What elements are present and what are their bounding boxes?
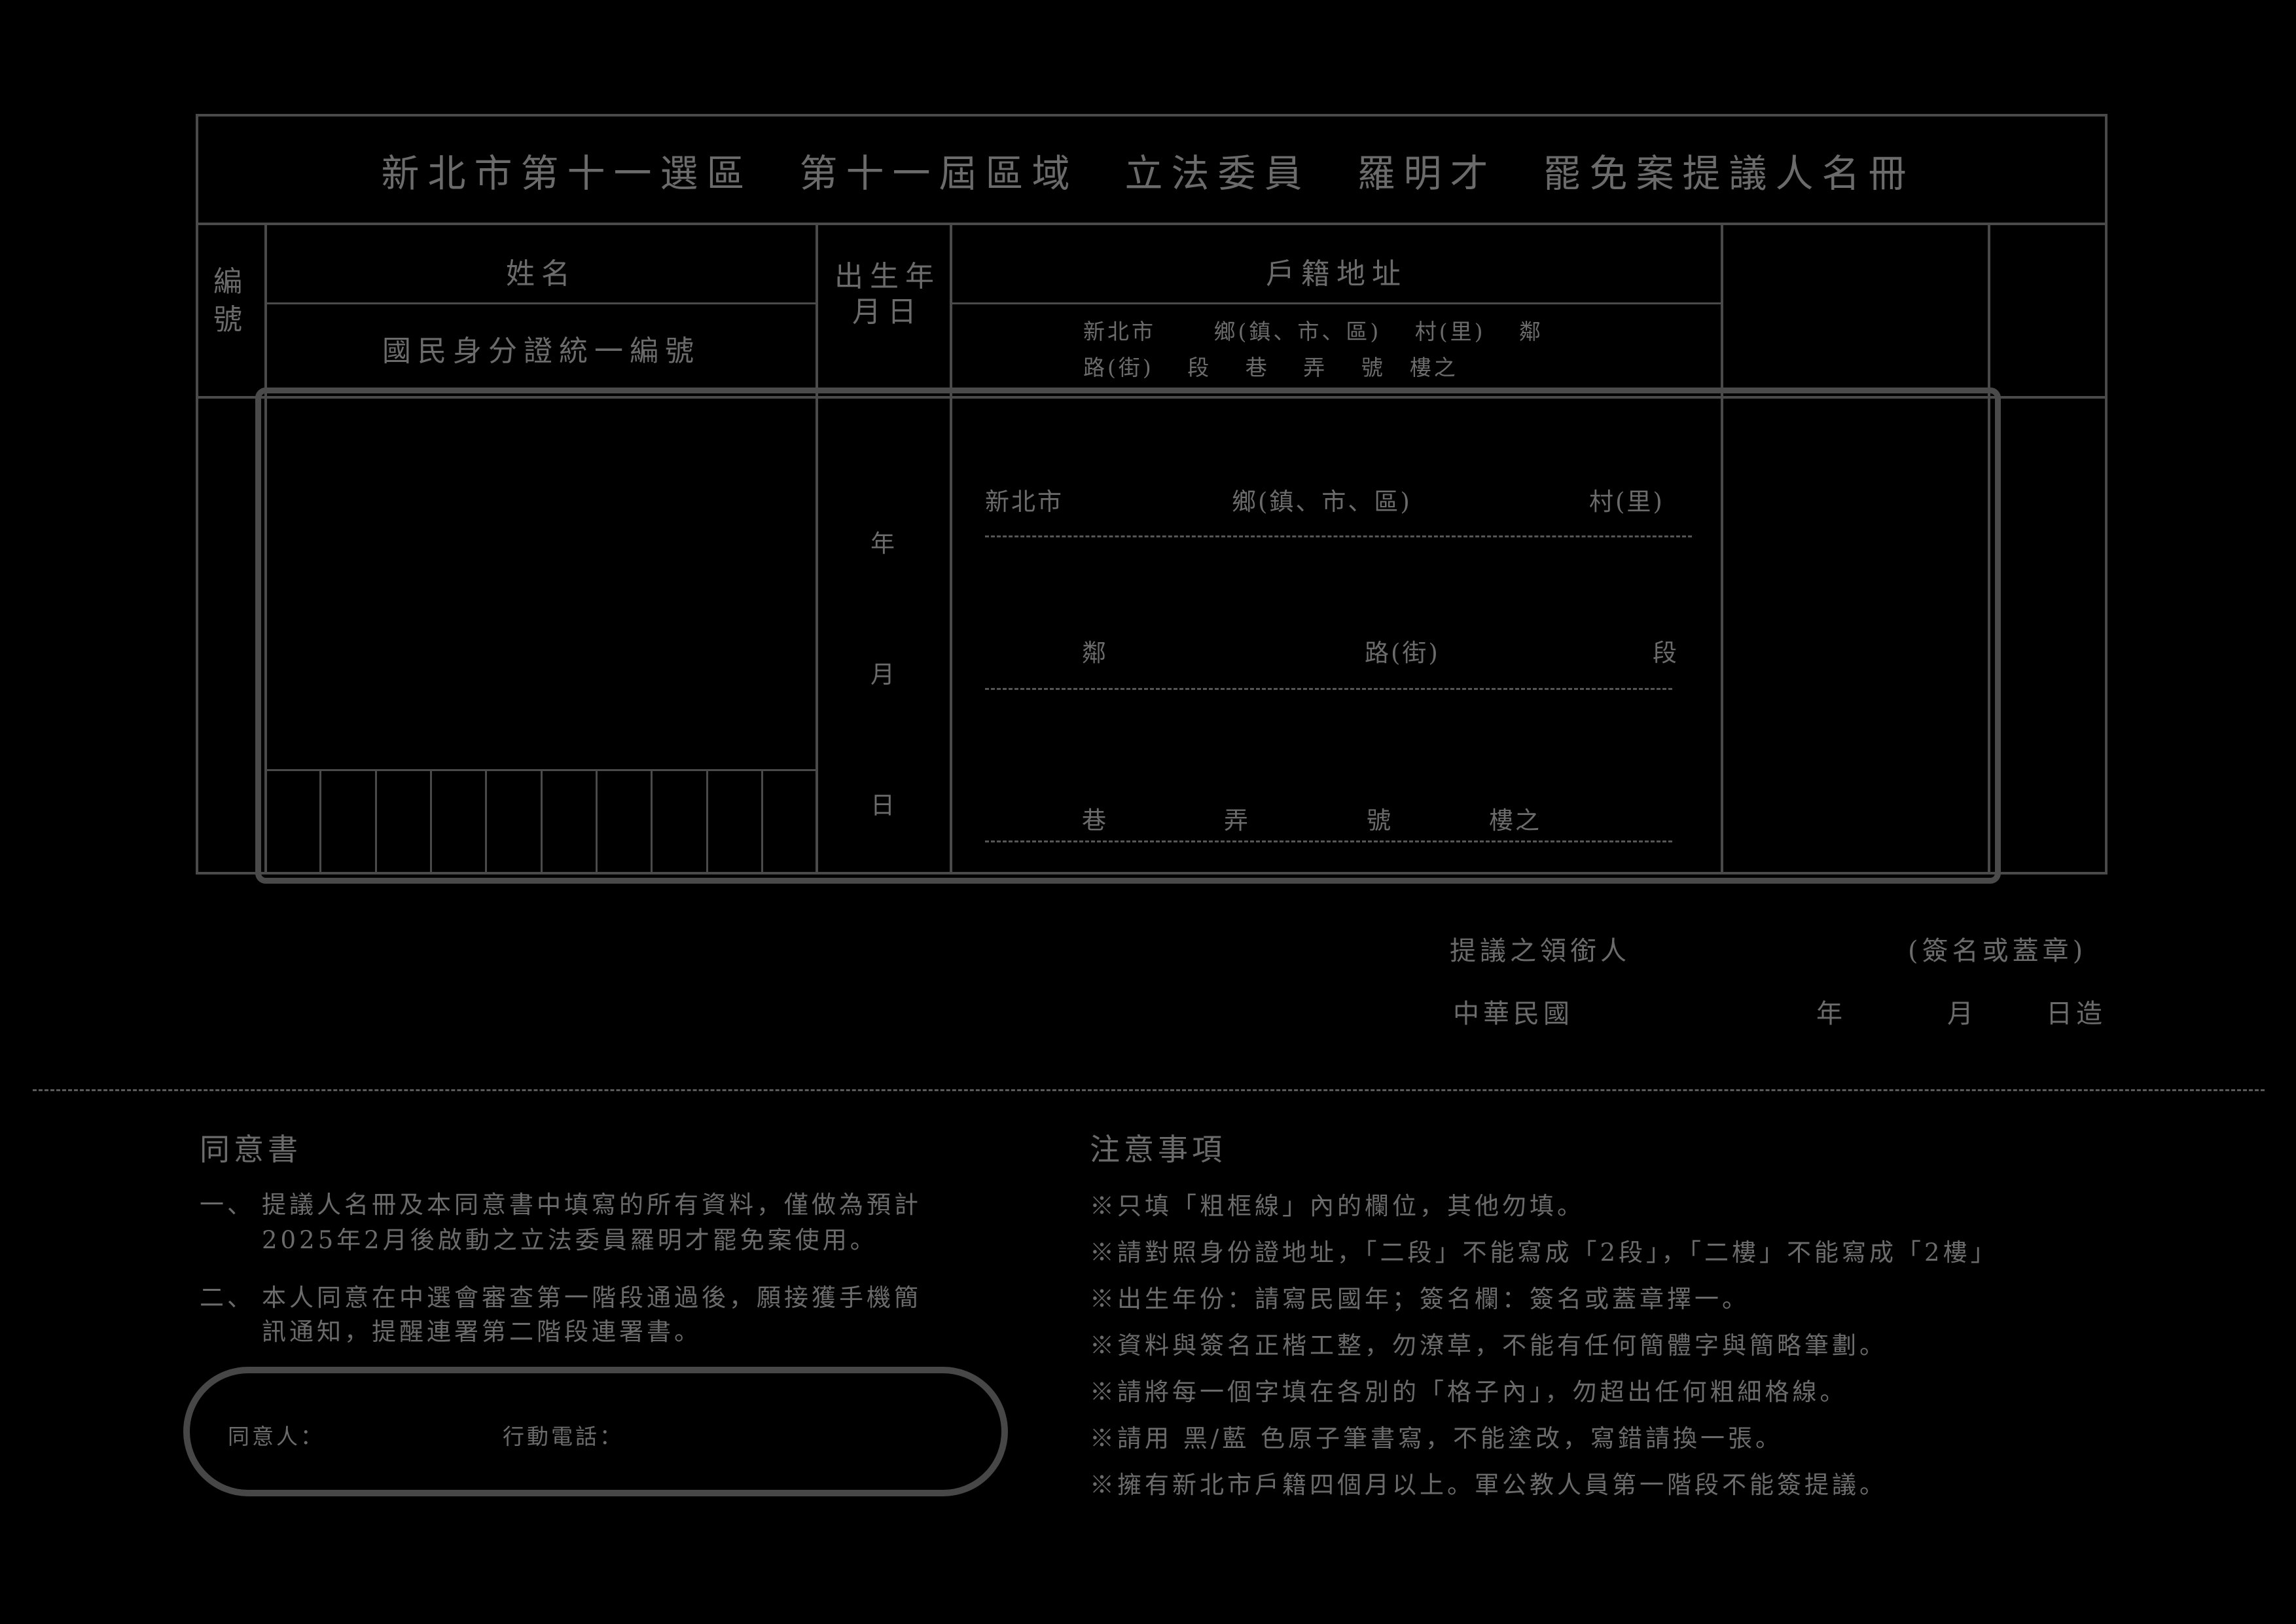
date-year: 年 bbox=[1816, 999, 1849, 1029]
addr-village: 村(里) bbox=[1589, 488, 1664, 516]
consent-item2-line2: 訊通知，提醒連署第二階段連署書。 bbox=[262, 1318, 702, 1346]
consent-item2-line1: 本人同意在中選會審查第一階段通過後，願接獲手機簡 bbox=[262, 1284, 922, 1312]
addr-road: 路(街) bbox=[1365, 639, 1440, 667]
header-address-line1: 新北市 鄉(鎮、市、區) 村(里) 鄰 bbox=[1083, 319, 1543, 344]
addr-dash-line-3 bbox=[985, 840, 1672, 842]
table-border-left bbox=[196, 114, 198, 875]
note-item: ※請對照身份證地址，「二段」不能寫成「2段」，「二樓」不能寫成「2樓」 bbox=[1090, 1238, 1998, 1267]
addr-number: 號 bbox=[1367, 806, 1393, 835]
consenter-label: 同意人： bbox=[228, 1424, 325, 1449]
addr-alley: 弄 bbox=[1224, 806, 1250, 835]
date-month: 月 bbox=[1947, 999, 1980, 1029]
name-header-divider bbox=[264, 302, 818, 304]
table-border-top bbox=[196, 114, 2108, 117]
notes-title: 注意事項 bbox=[1090, 1132, 1226, 1167]
header-number: 編號 bbox=[213, 265, 242, 336]
addr-dash-line-2 bbox=[985, 688, 1672, 690]
consent-item2-num: 二、 bbox=[200, 1284, 255, 1312]
fill-in-thick-frame[interactable] bbox=[255, 388, 2001, 884]
consent-item1-num: 一、 bbox=[200, 1191, 255, 1219]
table-border-right bbox=[2105, 114, 2108, 875]
phone-label: 行動電話： bbox=[503, 1424, 624, 1449]
consent-item1-line1: 提議人名冊及本同意書中填寫的所有資料，僅做為預計 bbox=[262, 1191, 922, 1219]
header-address: 戶籍地址 bbox=[1266, 257, 1407, 291]
note-item: ※請用 黑/藍 色原子筆書寫，不能塗改，寫錯請換一張。 bbox=[1090, 1424, 1783, 1453]
header-address-line2: 路(街) 段 巷 弄 號 樓之 bbox=[1083, 355, 1458, 380]
header-name: 姓名 bbox=[506, 257, 577, 291]
addr-section: 段 bbox=[1653, 639, 1679, 667]
birth-month-label: 月 bbox=[870, 660, 897, 689]
consent-title: 同意書 bbox=[200, 1132, 302, 1167]
header-birth: 出生年月日 bbox=[834, 260, 941, 329]
header-id-number: 國民身分證統一編號 bbox=[382, 334, 700, 368]
title-row-bottom bbox=[196, 223, 2108, 225]
birth-day-label: 日 bbox=[870, 791, 897, 820]
leader-label: 提議之領銜人 bbox=[1450, 936, 1630, 966]
note-item: ※擁有新北市戶籍四個月以上。軍公教人員第一階段不能簽提議。 bbox=[1090, 1471, 1887, 1499]
note-item: ※只填「粗框線」內的欄位，其他勿填。 bbox=[1090, 1192, 1585, 1220]
leader-hint: (簽名或蓋章) bbox=[1908, 936, 2087, 966]
addr-city: 新北市 bbox=[985, 488, 1064, 516]
note-item: ※出生年份：請寫民國年；簽名欄：簽名或蓋章擇一。 bbox=[1090, 1285, 1749, 1313]
form-title: 新北市第十一選區 第十一屆區域 立法委員 羅明才 罷免案提議人名冊 bbox=[381, 151, 1915, 196]
addr-neighborhood: 鄰 bbox=[1082, 639, 1108, 667]
addr-township: 鄉(鎮、市、區) bbox=[1232, 488, 1412, 516]
address-header-divider bbox=[950, 302, 1723, 304]
addr-lane: 巷 bbox=[1082, 806, 1108, 835]
cut-line bbox=[33, 1089, 2265, 1091]
addr-floor: 樓之 bbox=[1489, 806, 1541, 835]
birth-year-label: 年 bbox=[870, 530, 897, 558]
note-item: ※資料與簽名正楷工整，勿潦草，不能有任何簡體字與簡略筆劃。 bbox=[1090, 1331, 1887, 1360]
roc-label: 中華民國 bbox=[1453, 999, 1573, 1029]
consent-item1-line2: 2025年2月後啟動之立法委員羅明才罷免案使用。 bbox=[262, 1226, 878, 1254]
date-day-made: 日造 bbox=[2046, 999, 2106, 1029]
note-item: ※請將每一個字填在各別的「格子內」，勿超出任何粗細格線。 bbox=[1090, 1378, 1848, 1406]
addr-dash-line-1 bbox=[985, 535, 1692, 537]
